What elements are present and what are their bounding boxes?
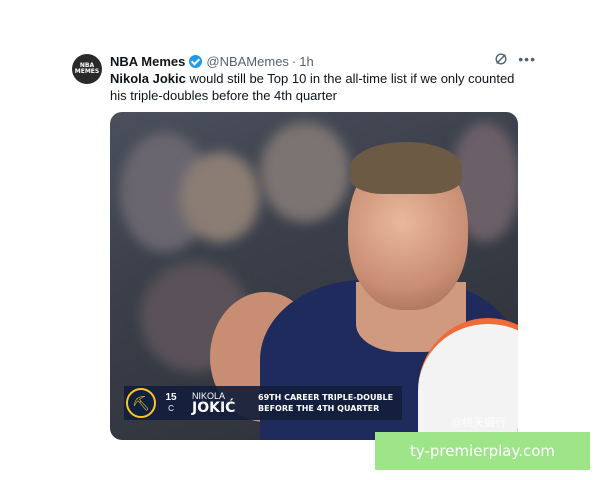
stat-line-1: 69TH CAREER TRIPLE-DOUBLE xyxy=(258,393,394,402)
tweet-text-bold: Nikola Jokic xyxy=(110,71,186,86)
player-name: NIKOLA JOKIĆ xyxy=(186,391,250,415)
stat-caption: 69TH CAREER TRIPLE-DOUBLE BEFORE THE 4TH… xyxy=(250,392,393,414)
avatar-label: NBA MEMES xyxy=(74,62,100,75)
tweet-actions: ••• xyxy=(494,52,536,66)
verified-badge-icon xyxy=(189,54,203,68)
separator-dot: · xyxy=(291,53,297,69)
tweet-text: Nikola Jokic would still be Top 10 in th… xyxy=(110,70,530,104)
jersey-number: 15 xyxy=(165,392,177,403)
crowd-blur xyxy=(180,152,260,242)
crowd-blur xyxy=(260,122,350,222)
jersey-info: 15 C xyxy=(156,392,186,414)
stat-line-2: BEFORE THE 4TH QUARTER xyxy=(258,404,380,413)
timestamp[interactable]: 1h xyxy=(299,54,313,69)
watermark: @桃天摄行 xyxy=(451,416,506,429)
tweet-card[interactable]: NBA MEMES NBA Memes @NBAMemes · 1h ••• N… xyxy=(64,40,536,460)
grok-icon[interactable] xyxy=(494,52,508,66)
player-last-name: JOKIĆ xyxy=(192,400,236,416)
tweet-media-image[interactable]: ⛏ 15 C NIKOLA JOKIĆ 69TH CAREER TRIPLE-D… xyxy=(110,112,518,440)
tweet-header: NBA Memes @NBAMemes · 1h ••• xyxy=(110,52,536,70)
promo-banner[interactable]: ty-premierplay.com xyxy=(375,432,590,470)
broadcast-lower-third: ⛏ 15 C NIKOLA JOKIĆ 69TH CAREER TRIPLE-D… xyxy=(124,386,402,420)
player-position: C xyxy=(168,404,174,413)
author-handle[interactable]: @NBAMemes xyxy=(206,54,289,69)
avatar[interactable]: NBA MEMES xyxy=(72,54,102,84)
author-name[interactable]: NBA Memes xyxy=(110,54,185,69)
nuggets-logo-icon: ⛏ xyxy=(126,388,156,418)
more-options-icon[interactable]: ••• xyxy=(518,52,536,66)
player-hair xyxy=(350,142,462,194)
